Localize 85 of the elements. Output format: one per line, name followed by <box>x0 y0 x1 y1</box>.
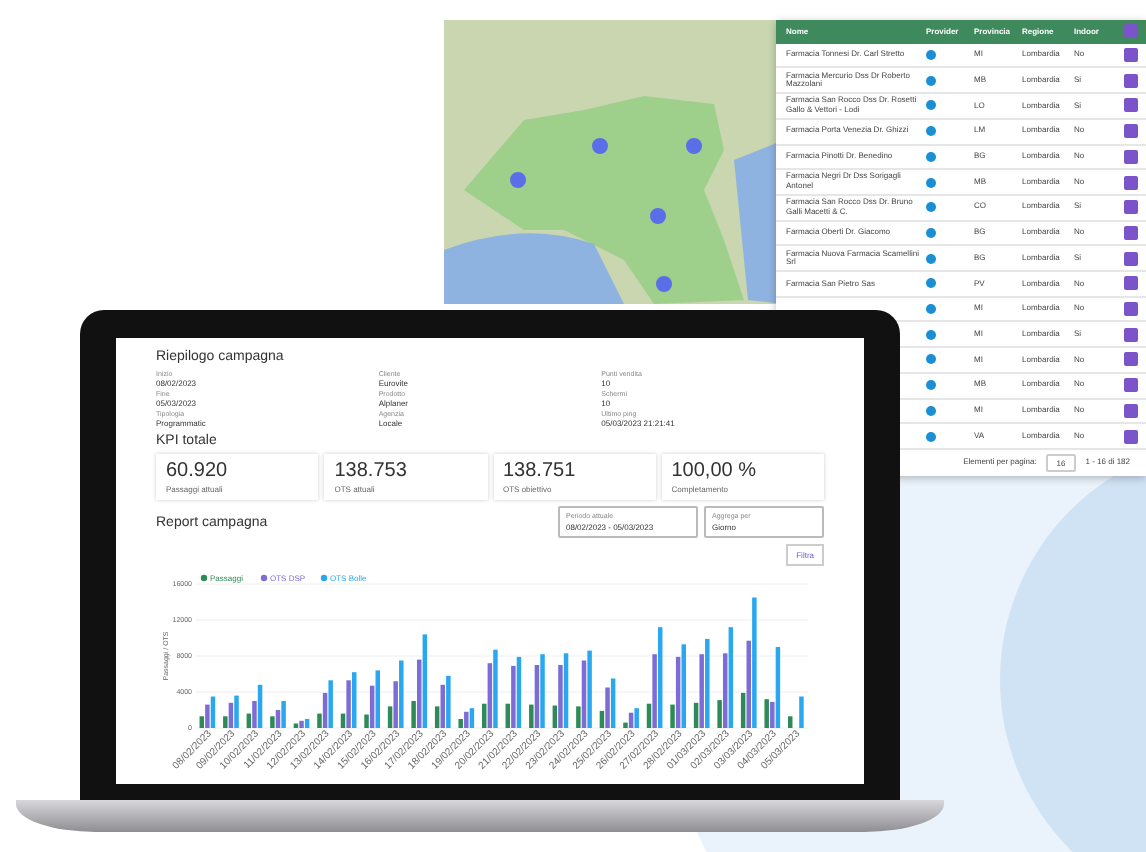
bar <box>699 654 704 728</box>
bar <box>634 708 639 728</box>
kpi-value: 138.751 <box>503 460 578 482</box>
bar <box>717 700 722 728</box>
row-checkbox[interactable] <box>1123 327 1137 342</box>
bar <box>681 644 686 728</box>
provider-icon <box>926 431 936 442</box>
bar <box>393 681 398 728</box>
provider-icon <box>926 354 936 365</box>
provider-icon <box>926 126 936 137</box>
bar <box>446 675 451 728</box>
bar <box>752 597 757 728</box>
bar <box>234 695 239 728</box>
provider-icon <box>926 151 936 162</box>
bar <box>299 720 304 728</box>
bar <box>317 713 322 728</box>
bar <box>199 716 205 728</box>
bar <box>540 654 545 728</box>
bar <box>705 638 710 728</box>
row-checkbox[interactable] <box>1123 276 1137 291</box>
row-checkbox[interactable] <box>1123 429 1137 444</box>
bar <box>458 719 463 728</box>
bar <box>328 680 333 728</box>
bar <box>787 716 793 728</box>
bar <box>770 701 775 728</box>
row-checkbox[interactable] <box>1123 149 1137 164</box>
bar <box>623 722 628 728</box>
row-checkbox[interactable] <box>1123 73 1137 88</box>
bar <box>722 653 728 728</box>
kpi-value: 60.920 <box>166 460 230 482</box>
provider-icon <box>926 278 936 289</box>
row-checkbox[interactable] <box>1123 225 1137 240</box>
row-checkbox[interactable] <box>1123 200 1137 215</box>
bar <box>464 711 469 728</box>
provider-icon <box>926 50 936 61</box>
provider-icon <box>926 329 936 340</box>
bar <box>304 719 310 728</box>
bar <box>469 708 475 728</box>
bar <box>281 701 286 728</box>
bar <box>223 716 228 728</box>
provider-icon <box>926 100 936 111</box>
provider-icon <box>926 304 936 315</box>
provider-icon <box>926 405 936 416</box>
bar <box>422 634 428 728</box>
bar <box>351 672 357 728</box>
bar <box>529 704 534 728</box>
row-checkbox[interactable] <box>1123 378 1137 393</box>
provider-icon <box>926 227 936 238</box>
bar <box>563 653 569 728</box>
row-checkbox[interactable] <box>1123 251 1137 266</box>
bar <box>270 716 275 728</box>
bar <box>493 649 498 728</box>
row-checkbox[interactable] <box>1123 48 1137 63</box>
bar <box>764 699 769 728</box>
bar <box>252 701 257 728</box>
bar <box>605 687 610 728</box>
bar <box>375 670 380 728</box>
kpi-value: 138.753 <box>334 460 409 482</box>
bar <box>670 704 675 728</box>
select-all-checkbox[interactable] <box>1123 24 1137 39</box>
bar <box>799 696 804 728</box>
provider-icon <box>926 177 936 188</box>
row-checkbox[interactable] <box>1123 124 1137 139</box>
kpi-value: 100,00 % <box>671 460 759 482</box>
bar <box>387 706 393 728</box>
bar <box>652 654 657 728</box>
provider-icon <box>926 75 936 86</box>
bar <box>434 706 440 728</box>
row-checkbox[interactable] <box>1123 403 1137 418</box>
bar <box>411 701 416 728</box>
bar <box>511 665 516 728</box>
provider-icon <box>926 202 936 213</box>
bar <box>399 660 404 728</box>
bar <box>346 680 351 728</box>
bar <box>587 650 592 728</box>
row-checkbox[interactable] <box>1123 302 1137 317</box>
row-checkbox[interactable] <box>1123 98 1137 113</box>
bar <box>558 665 563 728</box>
row-checkbox[interactable] <box>1123 352 1137 367</box>
row-checkbox[interactable] <box>1123 175 1137 190</box>
bar <box>364 714 369 728</box>
provider-icon <box>926 253 936 264</box>
bar <box>205 704 210 728</box>
bar <box>576 706 581 728</box>
provider-icon <box>926 380 936 391</box>
